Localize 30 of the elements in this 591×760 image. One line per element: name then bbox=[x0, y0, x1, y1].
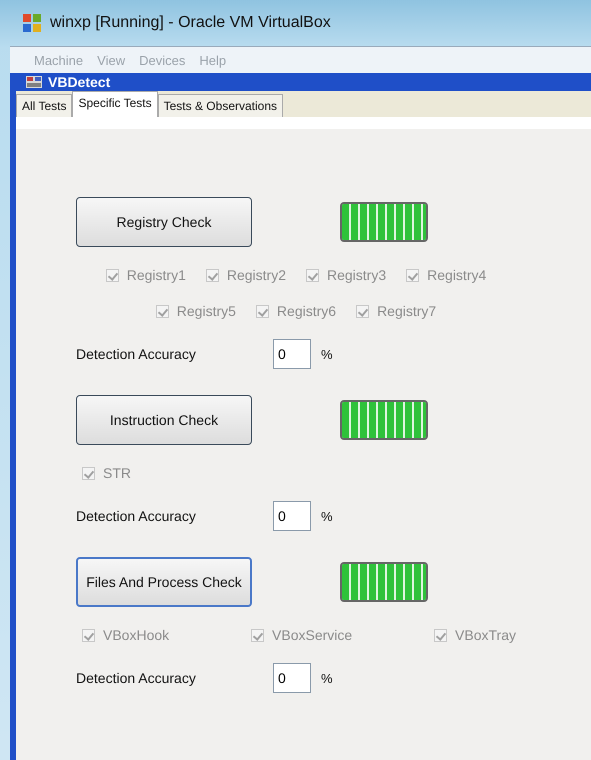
checkbox-label: Registry3 bbox=[327, 267, 386, 283]
checkbox-label: Registry5 bbox=[176, 303, 236, 319]
app-icon bbox=[26, 76, 42, 88]
accuracy-field[interactable]: 0 bbox=[273, 663, 311, 693]
accuracy-label: Detection Accuracy bbox=[76, 670, 197, 686]
window-title: winxp [Running] - Oracle VM VirtualBox bbox=[50, 14, 331, 32]
app-title: VBDetect bbox=[48, 75, 110, 89]
checkbox-label: Registry7 bbox=[377, 303, 436, 319]
accuracy-field[interactable]: 0 bbox=[273, 339, 311, 369]
accuracy-label: Detection Accuracy bbox=[76, 508, 197, 524]
checkbox-label: VBoxHook bbox=[103, 627, 170, 643]
accuracy-field[interactable]: 0 bbox=[273, 501, 311, 531]
checkbox-label: VBoxService bbox=[272, 627, 352, 643]
checkbox-label: Registry1 bbox=[126, 267, 186, 283]
check-button[interactable]: Registry Check bbox=[76, 197, 252, 247]
tab[interactable]: Tests & Observations bbox=[158, 94, 284, 117]
percent-label: % bbox=[321, 670, 333, 686]
checkbox-label: Registry6 bbox=[276, 303, 336, 319]
checkbox-label: Registry2 bbox=[226, 267, 286, 283]
percent-label: % bbox=[321, 346, 333, 362]
check-button[interactable]: Files And Process Check bbox=[76, 557, 252, 607]
check-button[interactable]: Instruction Check bbox=[76, 395, 252, 445]
checkbox-label: VBoxTray bbox=[455, 627, 516, 643]
checkbox-label: STR bbox=[103, 465, 131, 481]
tab[interactable]: All Tests bbox=[16, 94, 72, 117]
app-icon bbox=[22, 13, 42, 33]
tab[interactable]: Specific Tests bbox=[72, 91, 158, 117]
percent-label: % bbox=[321, 508, 333, 524]
checkbox-label: Registry4 bbox=[427, 267, 486, 283]
accuracy-label: Detection Accuracy bbox=[76, 346, 197, 362]
